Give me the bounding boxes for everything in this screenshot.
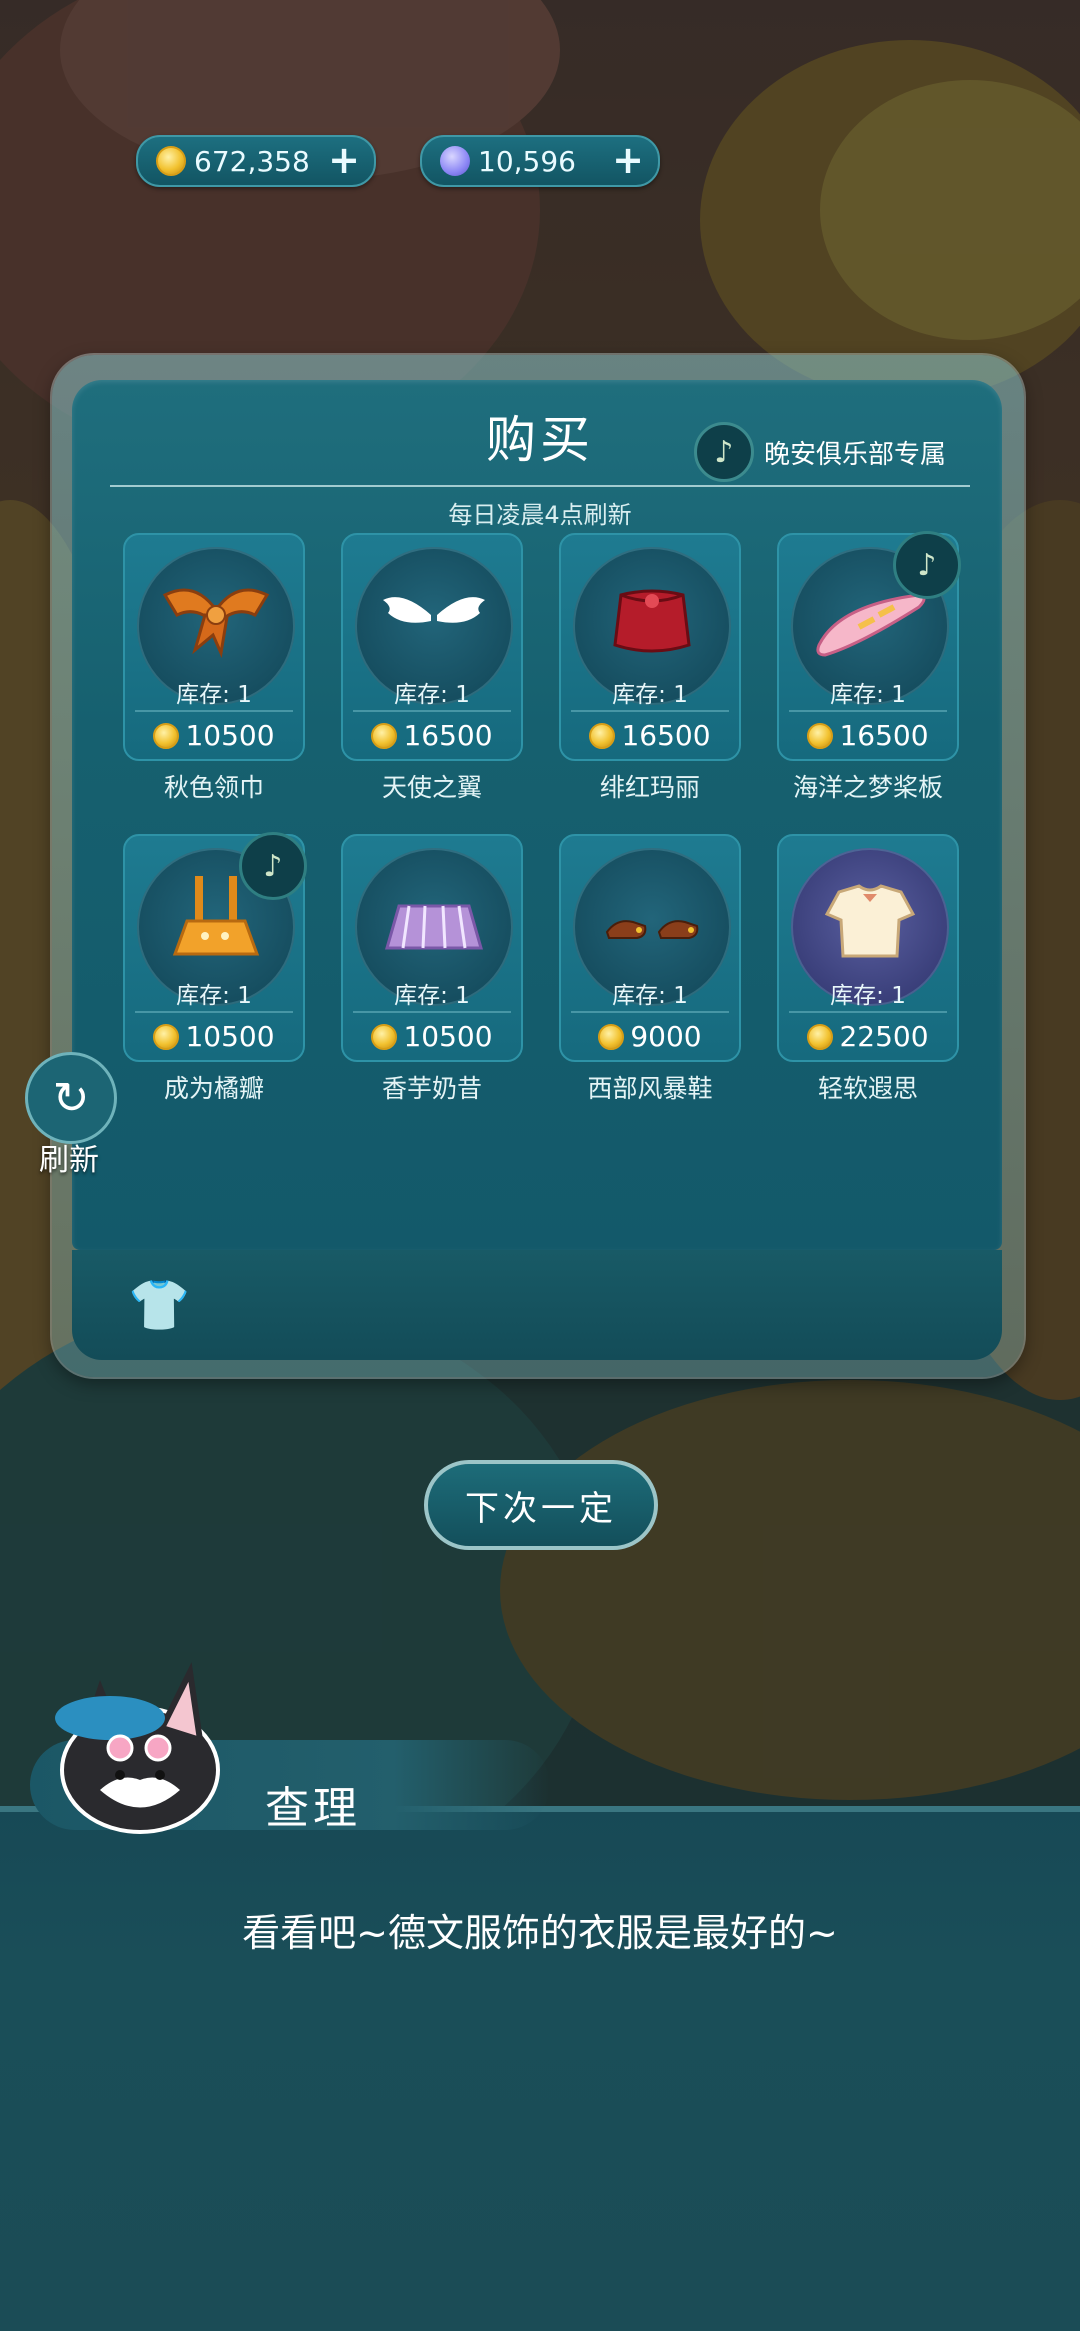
shop-item-card[interactable]: 库存: 1 9000 (559, 834, 741, 1062)
music-note-icon: ♪ (239, 832, 307, 900)
price: 16500 (779, 719, 957, 752)
shop-item-card[interactable]: ♪ 库存: 1 10500 (123, 832, 307, 1062)
shop-item-card[interactable]: 库存: 1 16500 (341, 533, 523, 761)
price: 9000 (561, 1020, 739, 1053)
coin-icon (153, 722, 180, 749)
stock-label: 库存: 1 (176, 983, 252, 1009)
music-note-icon: ♪ (694, 422, 754, 482)
coin-icon (371, 1023, 398, 1050)
stock-label: 库存: 1 (394, 983, 470, 1009)
price: 22500 (779, 1020, 957, 1053)
item-name: 成为橘瓣 (163, 1074, 264, 1103)
shop-item-card[interactable]: ♪ 库存: 1 16500 (777, 531, 961, 761)
moon-amount: 10,596 (478, 144, 576, 178)
dialog-text: 看看吧~德文服饰的衣服是最好的~ (242, 1911, 838, 1955)
coin-balance: 672,358 + (136, 135, 376, 187)
music-note-icon: ♪ (893, 531, 961, 599)
title-divider (110, 485, 970, 487)
wardrobe-icon[interactable]: 👕 (128, 1276, 190, 1335)
item-name: 轻软遐思 (817, 1074, 918, 1103)
stock-label: 库存: 1 (394, 682, 470, 708)
refresh-note: 每日凌晨4点刷新 (448, 501, 632, 529)
item-name: 香芋奶昔 (381, 1074, 482, 1103)
shop-item-card[interactable]: 库存: 1 22500 (777, 834, 959, 1062)
stock-label: 库存: 1 (176, 682, 252, 708)
price: 10500 (343, 1020, 521, 1053)
shop-item-card[interactable]: 库存: 1 10500 (123, 533, 305, 761)
coin-icon (598, 1023, 625, 1050)
coin-icon (153, 1023, 180, 1050)
stock-label: 库存: 1 (612, 682, 688, 708)
item-name: 天使之翼 (381, 773, 482, 802)
refresh-icon: ↻ (52, 1072, 90, 1124)
add-moons-button[interactable]: + (612, 141, 644, 179)
price: 16500 (343, 719, 521, 752)
shop-item-card[interactable]: 库存: 1 10500 (341, 834, 523, 1062)
moon-balance: 10,596 + (420, 135, 660, 187)
coin-icon (371, 722, 398, 749)
next-time-button[interactable]: 下次一定 (424, 1460, 658, 1550)
stock-label: 库存: 1 (830, 682, 906, 708)
add-coins-button[interactable]: + (328, 141, 360, 179)
coin-amount: 672,358 (194, 144, 310, 178)
price: 10500 (125, 1020, 303, 1053)
item-name: 西部风暴鞋 (587, 1074, 713, 1103)
dialog-box[interactable] (0, 1810, 1080, 2331)
price: 16500 (561, 719, 739, 752)
item-name: 海洋之梦桨板 (792, 773, 943, 802)
price: 10500 (125, 719, 303, 752)
coin-icon (807, 722, 834, 749)
item-name: 绯红玛丽 (599, 773, 700, 802)
coin-icon (589, 722, 616, 749)
refresh-button[interactable]: ↻ (25, 1052, 117, 1144)
refresh-label: 刷新 (39, 1143, 99, 1178)
shop-item-card[interactable]: 库存: 1 16500 (559, 533, 741, 761)
shop-panel-footer (72, 1250, 1002, 1360)
item-name: 秋色领巾 (163, 773, 264, 802)
coin-icon (807, 1023, 834, 1050)
moon-icon (440, 146, 470, 176)
stock-label: 库存: 1 (830, 983, 906, 1009)
cat-avatar (55, 1662, 220, 1834)
club-exclusive-label: ♪ 晚安俱乐部专属 (694, 422, 946, 482)
speaker-name: 查理 (265, 1783, 361, 1834)
stock-label: 库存: 1 (612, 983, 688, 1009)
coin-icon (156, 146, 186, 176)
